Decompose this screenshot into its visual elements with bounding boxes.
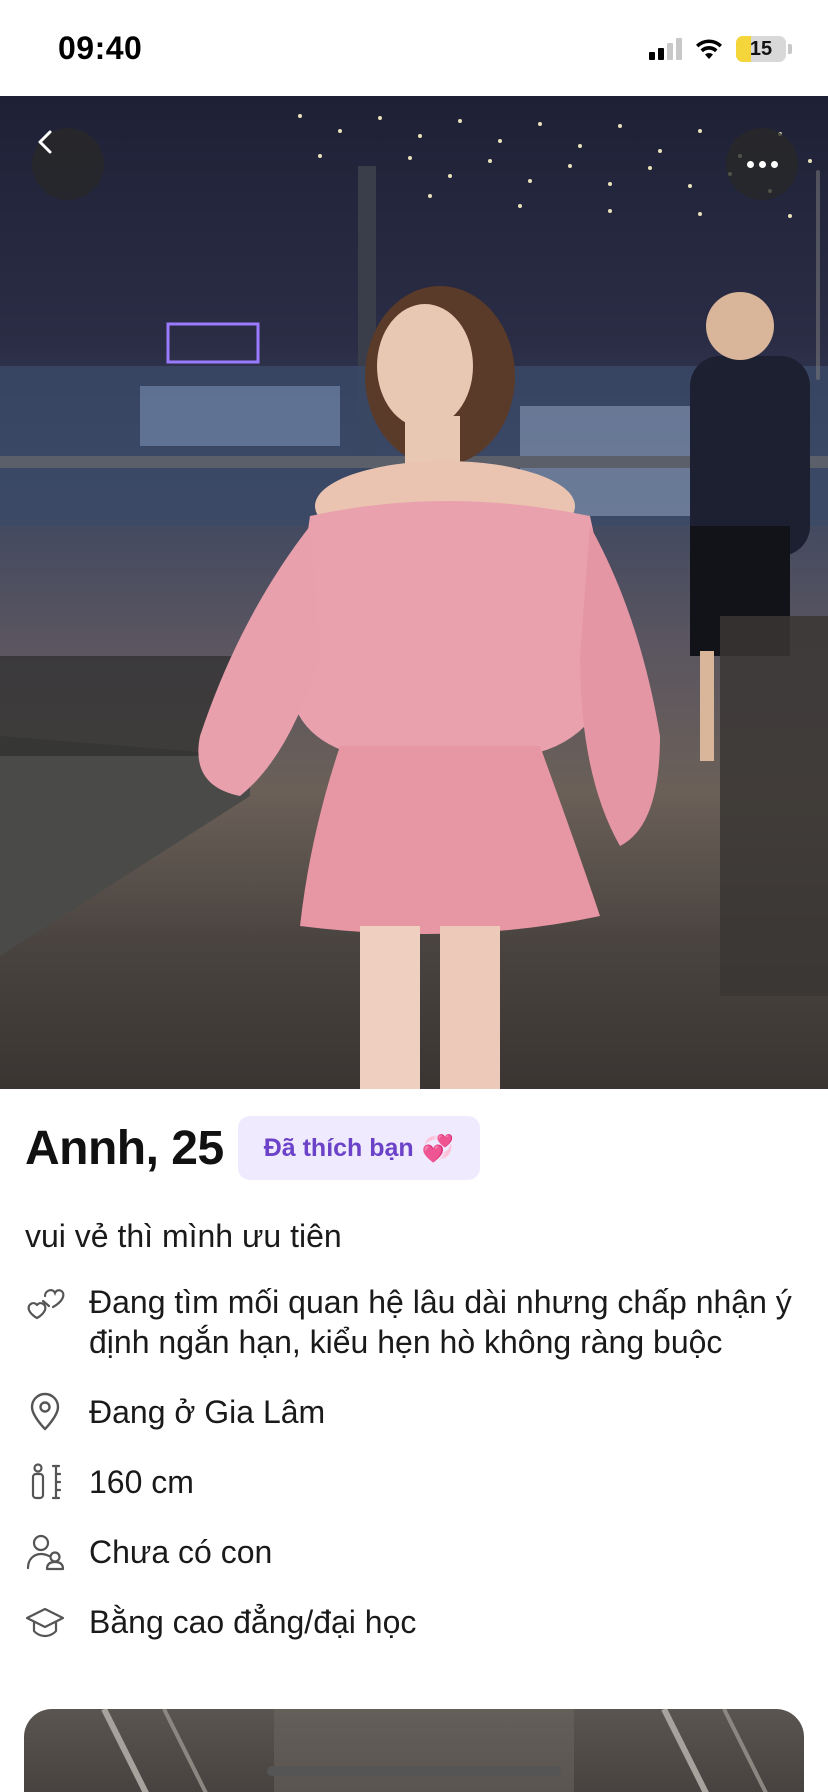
profile-photo[interactable] [0, 96, 828, 1089]
location-pin-icon [30, 1392, 60, 1431]
next-profile-photo[interactable] [24, 1709, 804, 1792]
scrollbar[interactable] [816, 170, 820, 380]
chevron-left-icon [38, 130, 52, 154]
detail-location: Đang ở Gia Lâm [25, 1392, 825, 1432]
battery-icon: 15 [736, 36, 786, 62]
photo-scene [0, 114, 828, 1089]
location-text: Đang ở Gia Lâm [89, 1394, 326, 1430]
home-indicator[interactable] [267, 1766, 561, 1776]
liked-you-badge: Đã thích bạn 💞 [237, 1116, 481, 1180]
hearts-icon [27, 1289, 65, 1320]
back-button[interactable] [32, 128, 104, 200]
height-text: 160 cm [89, 1464, 194, 1500]
height-icon [31, 1463, 62, 1500]
profile-name-age: Annh, 25 [25, 1121, 224, 1175]
status-icons: 15 [649, 34, 792, 64]
cellular-signal-icon [649, 38, 682, 60]
detail-relationship-goal: Đang tìm mối quan hệ lâu dài nhưng chấp … [25, 1282, 825, 1362]
profile-details: Đang tìm mối quan hệ lâu dài nhưng chấp … [25, 1282, 825, 1672]
ellipsis-icon [746, 160, 754, 168]
next-photo-scene [101, 1709, 768, 1792]
children-icon [26, 1534, 65, 1571]
detail-children: Chưa có con [25, 1532, 825, 1572]
battery-level: 15 [749, 38, 773, 60]
relationship-goal-text: Đang tìm mối quan hệ lâu dài nhưng chấp … [89, 1284, 792, 1360]
detail-height: 160 cm [25, 1462, 825, 1502]
wifi-icon [696, 39, 722, 59]
status-time: 09:40 [58, 30, 143, 66]
children-text: Chưa có con [89, 1534, 273, 1570]
hearts-emoji-icon: 💞 [421, 1132, 455, 1163]
more-options-button[interactable] [726, 128, 798, 200]
status-bar: 09:40 15 [0, 0, 828, 96]
name-row: Annh, 25 Đã thích bạn 💞 [25, 1116, 481, 1180]
education-text: Bằng cao đẳng/đại học [89, 1604, 417, 1640]
detail-education: Bằng cao đẳng/đại học [25, 1602, 825, 1642]
profile-bio: vui vẻ thì mình ưu tiên [25, 1218, 342, 1254]
liked-badge-label: Đã thích bạn [263, 1133, 414, 1162]
graduation-cap-icon [25, 1607, 65, 1638]
